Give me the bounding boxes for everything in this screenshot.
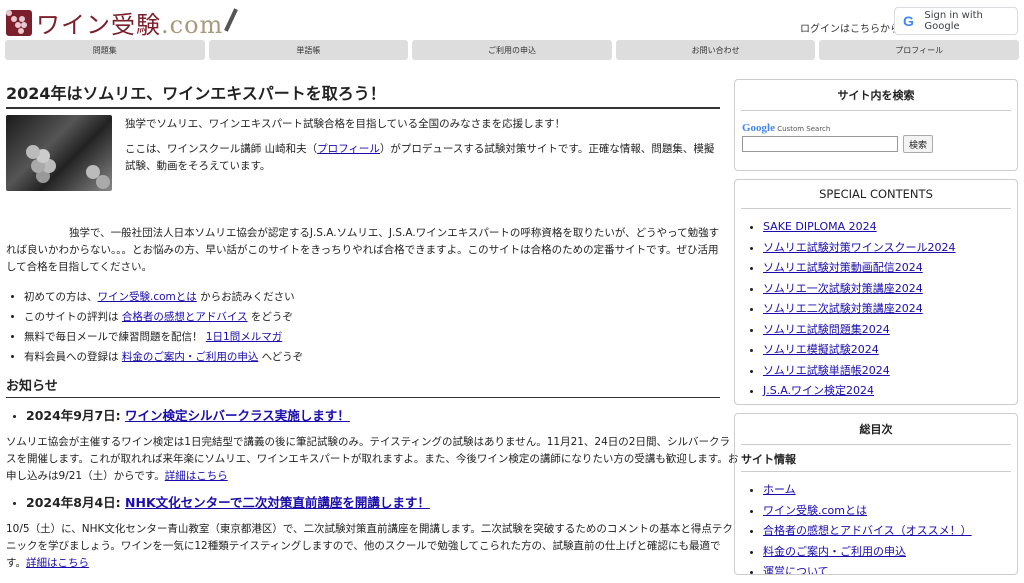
bullet-text: 初めての方は、 [24, 291, 98, 303]
toc-link[interactable]: 運営について [763, 565, 829, 574]
nav-item-questions[interactable]: 問題集 [5, 40, 205, 60]
special-link[interactable]: J.S.A.ワイン検定2024 [763, 384, 874, 397]
list-item: ソムリエ模擬試験2024 [763, 340, 1017, 361]
bullet-text: 無料で毎日メールで練習問題を配信！ [24, 331, 206, 343]
mailmag-link[interactable]: 1日1問メルマガ [206, 331, 282, 343]
pen-icon [224, 7, 239, 32]
page-title: 2024年はソムリエ、ワインエキスパートを取ろう！ [6, 80, 720, 109]
toc-link[interactable]: 合格者の感想とアドバイス（オススメ！） [763, 524, 972, 537]
google-signin-button[interactable]: G Sign in with Google [894, 7, 1018, 35]
news-item: 2024年9月7日: ワイン検定シルバークラス実施します！ ソムリエ協会が主催す… [6, 406, 740, 485]
list-item: 運営について [763, 562, 1017, 574]
google-signin-label: Sign in with Google [924, 10, 983, 32]
header: ワイン受験.com ログインはこちらから G Sign in with Goog… [0, 0, 1024, 40]
intro2-pre: ここは、ワインスクール講師 山崎和夫（ [125, 143, 318, 155]
list-item: SAKE DIPLOMA 2024 [763, 217, 1017, 238]
main-content: 2024年はソムリエ、ワインエキスパートを取ろう！ 独学でソムリエ、ワインエキス… [6, 80, 738, 569]
google-custom-search-label: Google Custom Search [742, 122, 830, 134]
testimonials-link[interactable]: 合格者の感想とアドバイス [122, 311, 248, 323]
special-link[interactable]: ソムリエ試験対策動画配信2024 [763, 261, 923, 274]
list-item: ソムリエ試験単語帳2024 [763, 361, 1017, 382]
list-item: ソムリエ二次試験対策講座2024 [763, 299, 1017, 320]
list-item: 料金のご案内・ご利用の申込 [763, 542, 1017, 563]
about-link[interactable]: ワイン受験.comとは [98, 291, 197, 303]
sidebar: サイト内を検索 Google Custom Search 検索 SPECIAL … [734, 79, 1018, 583]
news-title-link[interactable]: NHK文化センターで二次対策直前講座を開講します！ [125, 495, 430, 510]
list-item: このサイトの評判は 合格者の感想とアドバイス をどうぞ [24, 307, 738, 327]
special-link[interactable]: ソムリエ二次試験対策講座2024 [763, 302, 923, 315]
list-item: ソムリエ試験対策ワインスクール2024 [763, 238, 1017, 259]
bullet-text: 有料会員への登録は [24, 351, 122, 363]
special-link[interactable]: ソムリエ試験単語帳2024 [763, 364, 890, 377]
google-logo: Google [742, 122, 775, 134]
bullet-text: からお読みください [196, 291, 295, 303]
toc-subheading: サイト情報 [741, 451, 1011, 472]
intro-links-list: 初めての方は、ワイン受験.comとは からお読みください このサイトの評判は 合… [6, 287, 738, 367]
list-item: ソムリエ一次試験対策講座2024 [763, 279, 1017, 300]
list-item: ワイン受験.comとは [763, 501, 1017, 522]
news-body: 10/5（土）に、NHK文化センター青山教室（東京都港区）で、二次試験対策直前講… [6, 521, 740, 572]
pricing-link[interactable]: 料金のご案内・ご利用の申込 [122, 351, 259, 363]
special-list: SAKE DIPLOMA 2024 ソムリエ試験対策ワインスクール2024 ソム… [735, 217, 1017, 402]
list-item: ホーム [763, 480, 1017, 501]
news-heading: お知らせ [6, 378, 720, 398]
site-logo[interactable]: ワイン受験.com [6, 5, 239, 40]
intro-paragraph-2: ここは、ワインスクール講師 山崎和夫（プロフィール）がプロデュースする試験対策サ… [125, 141, 720, 175]
grapes-silver-image [6, 115, 112, 191]
intro-paragraph-1: 独学でソムリエ、ワインエキスパート試験合格を目指している全国のみなさまを応援しま… [125, 118, 566, 130]
bullet-text: へどうぞ [258, 351, 304, 363]
table-of-contents-box: 総目次 サイト情報 ホーム ワイン受験.comとは 合格者の感想とアドバイス（オ… [734, 413, 1018, 575]
special-link[interactable]: ソムリエ試験問題集2024 [763, 323, 890, 336]
profile-link[interactable]: プロフィール [317, 143, 380, 155]
nav-item-profile[interactable]: プロフィール [819, 40, 1019, 60]
news-body: ソムリエ協会が主催するワイン検定は1日完結型で講義の後に筆記試験のみ。テイスティ… [6, 434, 740, 485]
news-more-link[interactable]: 詳細はこちら [165, 470, 228, 482]
special-link[interactable]: ソムリエ試験対策ワインスクール2024 [763, 241, 956, 254]
nav-item-apply[interactable]: ご利用の申込 [412, 40, 612, 60]
toc-link[interactable]: ホーム [763, 483, 796, 496]
search-button[interactable]: 検索 [903, 135, 933, 153]
google-g-icon: G [903, 13, 914, 29]
list-item: ソムリエ試験問題集2024 [763, 320, 1017, 341]
news-body-text: 10/5（土）に、NHK文化センター青山教室（東京都港区）で、二次試験対策直前講… [6, 523, 733, 569]
search-title: サイト内を検索 [741, 80, 1011, 111]
nav-item-vocabulary[interactable]: 単語帳 [208, 40, 409, 60]
site-search-box: サイト内を検索 Google Custom Search 検索 [734, 79, 1018, 171]
special-title: SPECIAL CONTENTS [741, 180, 1011, 209]
news-title: 2024年8月4日: NHK文化センターで二次対策直前講座を開講します！ [26, 493, 740, 513]
custom-search-text: Custom Search [777, 125, 831, 133]
special-link[interactable]: ソムリエ一次試験対策講座2024 [763, 282, 923, 295]
intro-paragraph-3: 独学で、一般社団法人日本ソムリエ協会が認定するJ.S.A.ソムリエ、J.S.A.… [6, 227, 720, 273]
list-item: 無料で毎日メールで練習問題を配信！ 1日1問メルマガ [24, 327, 738, 347]
news-date: 2024年9月7日: [26, 408, 126, 423]
special-link[interactable]: SAKE DIPLOMA 2024 [763, 220, 877, 233]
list-item: 合格者の感想とアドバイス（オススメ！） [763, 521, 1017, 542]
search-input[interactable] [742, 136, 898, 152]
list-item: 有料会員への登録は 料金のご案内・ご利用の申込 へどうぞ [24, 347, 738, 367]
news-body-text: ソムリエ協会が主催するワイン検定は1日完結型で講義の後に筆記試験のみ。テイスティ… [6, 436, 739, 482]
main-nav: 問題集 単語帳 ご利用の申込 お問い合わせ プロフィール [5, 40, 1019, 60]
list-item: ソムリエ試験対策動画配信2024 [763, 258, 1017, 279]
list-item: 初めての方は、ワイン受験.comとは からお読みください [24, 287, 738, 307]
news-title: 2024年9月7日: ワイン検定シルバークラス実施します！ [26, 406, 740, 426]
toc-link[interactable]: ワイン受験.comとは [763, 504, 867, 517]
list-item: J.S.A.ワイン検定2024 [763, 381, 1017, 402]
login-text: ログインはこちらから [800, 24, 900, 35]
news-item: 2024年8月4日: NHK文化センターで二次対策直前講座を開講します！ 10/… [6, 493, 740, 572]
news-more-link[interactable]: 詳細はこちら [26, 557, 89, 569]
news-title-link[interactable]: ワイン検定シルバークラス実施します！ [125, 408, 350, 423]
grape-logo-icon [6, 9, 32, 36]
toc-link[interactable]: 料金のご案内・ご利用の申込 [763, 545, 906, 558]
toc-title: 総目次 [741, 414, 1011, 445]
special-link[interactable]: ソムリエ模擬試験2024 [763, 343, 879, 356]
bullet-text: をどうぞ [247, 311, 293, 323]
news-date: 2024年8月4日: [26, 495, 126, 510]
nav-item-contact[interactable]: お問い合わせ [615, 40, 816, 60]
logo-text: ワイン受験.com [36, 11, 224, 39]
toc-list: ホーム ワイン受験.comとは 合格者の感想とアドバイス（オススメ！） 料金のご… [735, 480, 1017, 574]
special-contents-box: SPECIAL CONTENTS SAKE DIPLOMA 2024 ソムリエ試… [734, 179, 1018, 405]
bullet-text: このサイトの評判は [24, 311, 122, 323]
